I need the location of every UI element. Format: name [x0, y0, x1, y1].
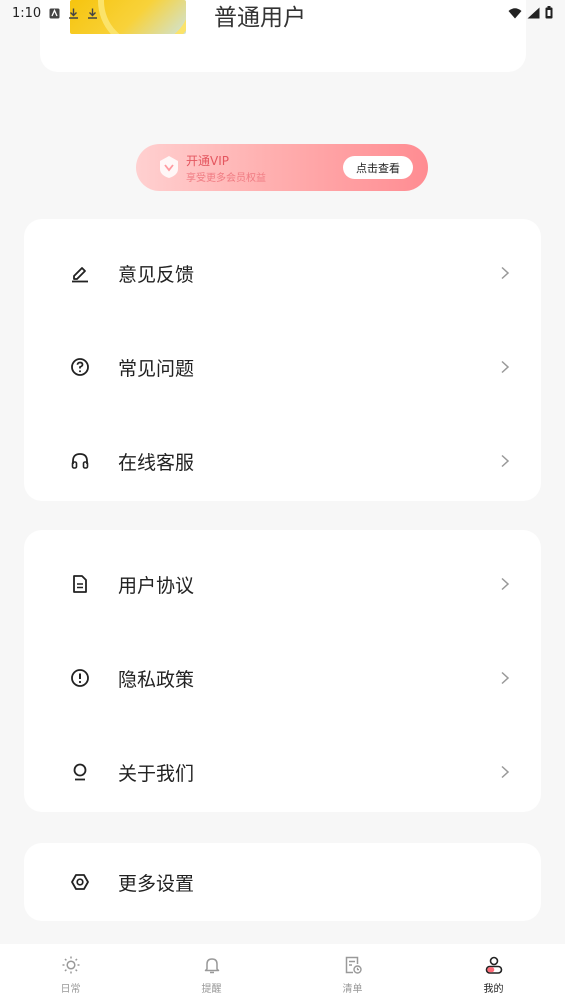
nav-label: 清单 — [342, 984, 363, 995]
download-icon — [87, 8, 98, 19]
pencil-icon — [69, 262, 91, 284]
menu-item-feedback[interactable]: 意见反馈 — [24, 226, 541, 320]
menu-item-user-agreement[interactable]: 用户协议 — [24, 537, 541, 631]
menu-item-label: 隐私政策 — [118, 668, 195, 691]
chevron-right-icon — [498, 765, 512, 779]
bell-icon — [201, 954, 223, 976]
chevron-right-icon — [498, 671, 512, 685]
vip-title: 开通VIP — [186, 154, 229, 168]
vip-crown-icon — [158, 155, 180, 179]
bulb-icon — [69, 761, 91, 783]
status-time: 1:10 — [12, 5, 42, 21]
sun-icon — [60, 954, 82, 976]
nav-label: 提醒 — [201, 984, 222, 995]
headset-icon — [69, 450, 91, 472]
profile-icon — [483, 954, 505, 976]
chevron-right-icon — [498, 266, 512, 280]
menu-item-label: 用户协议 — [118, 574, 195, 597]
nav-daily[interactable]: 日常 — [0, 944, 141, 1004]
menu-item-faq[interactable]: 常见问题 — [24, 320, 541, 414]
menu-item-label: 关于我们 — [118, 762, 195, 785]
menu-item-privacy-policy[interactable]: 隐私政策 — [24, 631, 541, 725]
menu-item-online-service[interactable]: 在线客服 — [24, 414, 541, 508]
nav-list[interactable]: 清单 — [282, 944, 423, 1004]
status-bar: 1:10 — [0, 0, 565, 26]
nav-label: 日常 — [60, 984, 81, 995]
wifi-icon — [508, 4, 522, 23]
menu-item-about-us[interactable]: 关于我们 — [24, 725, 541, 819]
bottom-nav: 日常 提醒 清单 我的 — [0, 944, 565, 1004]
nav-mine[interactable]: 我的 — [423, 944, 564, 1004]
vip-banner[interactable]: 开通VIP 享受更多会员权益 点击查看 — [136, 144, 428, 191]
battery-icon — [545, 4, 553, 23]
menu-item-label: 更多设置 — [118, 872, 195, 895]
status-left: 1:10 — [12, 6, 98, 21]
nav-label: 我的 — [483, 984, 504, 995]
vip-view-button[interactable]: 点击查看 — [343, 156, 413, 179]
status-right — [508, 4, 553, 23]
chevron-right-icon — [498, 577, 512, 591]
menu-card-settings: 更多设置 — [24, 843, 541, 921]
nav-reminder[interactable]: 提醒 — [141, 944, 282, 1004]
document-icon — [69, 573, 91, 595]
app-notification-icon — [49, 8, 60, 19]
vip-subtitle: 享受更多会员权益 — [186, 173, 266, 184]
info-icon — [69, 667, 91, 689]
menu-card-legal: 用户协议 隐私政策 关于我们 — [24, 530, 541, 812]
chevron-right-icon — [498, 360, 512, 374]
settings-icon — [69, 871, 91, 893]
menu-item-label: 在线客服 — [118, 451, 195, 474]
chevron-right-icon — [498, 454, 512, 468]
signal-icon — [527, 4, 540, 23]
list-clock-icon — [342, 954, 364, 976]
menu-item-label: 意见反馈 — [118, 263, 195, 286]
menu-item-label: 常见问题 — [118, 357, 195, 380]
download-icon — [68, 8, 79, 19]
menu-item-more-settings[interactable]: 更多设置 — [24, 835, 541, 929]
question-icon — [69, 356, 91, 378]
menu-card-help: 意见反馈 常见问题 在线客服 — [24, 219, 541, 501]
